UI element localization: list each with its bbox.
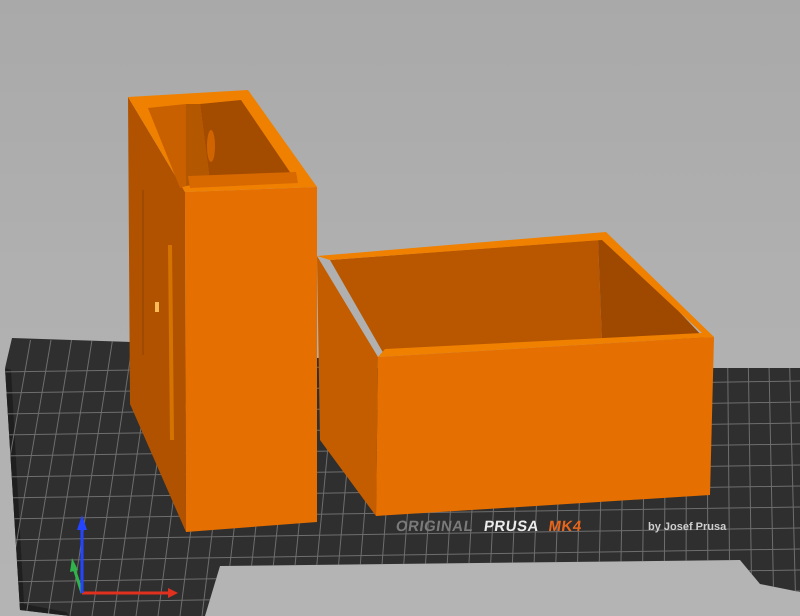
tall-holder-side-slot [168, 244, 174, 441]
svg-text:ORIGINAL PRUSA: ORIGINAL PRUSA MK4 [395, 518, 583, 535]
bed-brand-logo: ORIGINAL PRUSA MK4 by Josef Prusa [395, 518, 727, 535]
brand-model-text: MK4 [547, 518, 583, 535]
brand-byline-text: by Josef Prusa [648, 521, 727, 533]
brand-prusa-text: PRUSA [483, 518, 540, 535]
open-box-back-inner-wall [330, 240, 602, 356]
brand-original-text: ORIGINAL [395, 518, 475, 535]
3d-viewport[interactable]: ORIGINAL PRUSA MK4 by Josef Prusa [0, 0, 800, 616]
tall-holder-clip-tab [207, 130, 215, 162]
open-box-front-face [376, 337, 714, 516]
tall-holder-front-face [185, 187, 317, 532]
open-box-object[interactable] [317, 232, 714, 516]
tall-holder-side-notch [155, 302, 159, 312]
